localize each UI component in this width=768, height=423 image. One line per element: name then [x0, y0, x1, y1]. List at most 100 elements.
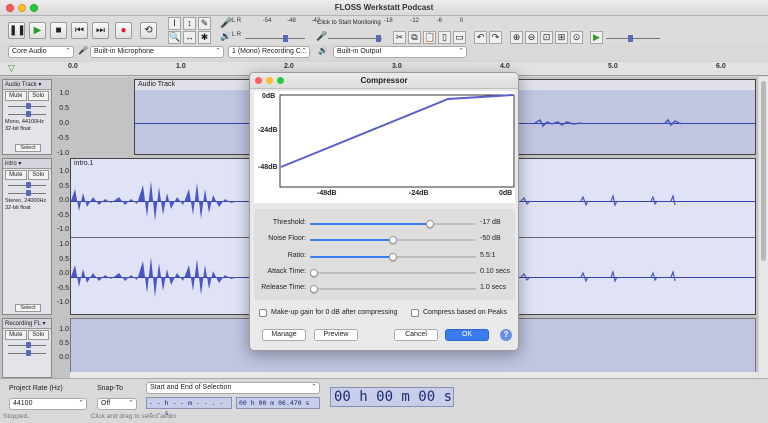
silence-icon[interactable]: ▭ [453, 31, 466, 44]
zoom-selection-icon[interactable]: ⊡ [540, 31, 553, 44]
playback-meter-slider[interactable] [245, 35, 305, 42]
makeup-gain-checkbox[interactable] [259, 309, 267, 317]
pan-slider[interactable] [6, 349, 48, 357]
mute-button[interactable]: Mute [5, 330, 27, 340]
selection-tool-icon[interactable]: I [168, 17, 181, 30]
playback-meter-scale[interactable]: L R [232, 32, 241, 38]
compress-peaks-label: Compress based on Peaks [423, 309, 508, 316]
snap-to-select[interactable]: Off [97, 398, 137, 410]
dialog-title: Compressor [360, 76, 408, 85]
monitor-hint[interactable]: Click to Start Monitoring [317, 20, 381, 26]
threshold-slider[interactable] [310, 220, 476, 228]
graph-x-label: 0dB [499, 190, 513, 197]
help-button[interactable]: ? [500, 329, 512, 341]
attack-time-value: 0.10 secs [480, 268, 510, 275]
noise-floor-row: Noise Floor: -50 dB [250, 233, 518, 247]
output-device-select[interactable]: Built-in Output [333, 46, 467, 58]
microphone-small-icon: 🎤 [78, 46, 88, 55]
play-at-speed-icon[interactable]: ▶ [590, 31, 603, 44]
solo-button[interactable]: Solo [27, 91, 49, 101]
maximize-window-icon[interactable] [30, 4, 38, 12]
select-track-button[interactable]: Select [15, 144, 41, 152]
speaker-icon: 🔊 [220, 31, 232, 41]
skip-end-button[interactable]: ⏭ [92, 22, 109, 39]
pin-icon[interactable]: ▽ [8, 63, 15, 74]
ruler-tick: 2.0 [284, 63, 294, 70]
channels-select[interactable]: 1 (Mono) Recording C... [228, 46, 310, 58]
pan-slider[interactable] [6, 110, 48, 118]
release-time-slider[interactable] [310, 285, 476, 293]
minimize-dialog-icon[interactable] [266, 77, 273, 84]
ruler-tick: 5.0 [608, 63, 618, 70]
multi-tool-icon[interactable]: ✱ [198, 31, 211, 44]
preview-button[interactable]: Preview [314, 329, 358, 341]
release-time-label: Release Time: [261, 284, 306, 291]
redo-icon[interactable]: ↷ [489, 31, 502, 44]
paste-icon[interactable]: 📋 [423, 31, 436, 44]
track-info: Stereo, 24000Hz 32-bit float [5, 198, 47, 211]
zoom-tool-icon[interactable]: 🔍 [168, 31, 181, 44]
mute-button[interactable]: Mute [5, 170, 27, 180]
noise-floor-slider[interactable] [310, 236, 476, 244]
copy-icon[interactable]: ⧉ [408, 31, 421, 44]
solo-button[interactable]: Solo [27, 330, 49, 340]
track-info: Mono, 44100Hz 32-bit float [5, 119, 44, 132]
minimize-window-icon[interactable] [18, 4, 26, 12]
threshold-value: -17 dB [480, 219, 501, 226]
manage-button[interactable]: Manage [262, 329, 306, 341]
loop-button[interactable]: ⟲ [140, 22, 157, 39]
ok-button[interactable]: OK [445, 329, 489, 341]
gain-slider[interactable] [6, 181, 48, 189]
status-text: Stopped. [3, 413, 30, 420]
audio-host-select[interactable]: Core Audio [8, 46, 74, 58]
selection-end-time[interactable]: 00 h 00 m 06.470 s [236, 397, 320, 409]
audio-position-display[interactable]: 00 h 00 m 00 s [330, 387, 454, 407]
input-device-select[interactable]: Built-in Microphone [90, 46, 224, 58]
gain-slider[interactable] [6, 341, 48, 349]
recording-meter-scale[interactable]: L R -54 -48 -42 [232, 18, 320, 24]
select-track-button[interactable]: Select [15, 304, 41, 312]
gain-slider[interactable] [6, 102, 48, 110]
pan-slider[interactable] [6, 189, 48, 197]
recording-volume-slider[interactable] [328, 35, 382, 42]
draw-tool-icon[interactable]: ✎ [198, 17, 211, 30]
track-name-menu[interactable]: Recording FL ▾ [3, 319, 51, 329]
selection-mode-select[interactable]: Start and End of Selection [146, 382, 320, 394]
mute-button[interactable]: Mute [5, 91, 27, 101]
play-button[interactable]: ▶ [29, 22, 46, 39]
timeshift-tool-icon[interactable]: ↔ [183, 31, 196, 44]
device-toolbar: Core Audio 🎤 Built-in Microphone 1 (Mono… [0, 44, 768, 60]
selection-start-time[interactable]: - - h - - m - - . - - - s [146, 397, 232, 417]
maximize-dialog-icon[interactable] [277, 77, 284, 84]
noise-floor-value: -50 dB [480, 235, 501, 242]
ratio-slider[interactable] [310, 253, 476, 261]
envelope-tool-icon[interactable]: ↕ [183, 17, 196, 30]
pause-button[interactable]: ❚❚ [8, 22, 26, 39]
solo-button[interactable]: Solo [27, 170, 49, 180]
close-dialog-icon[interactable] [255, 77, 262, 84]
recording-volume-icon: 🎤 [316, 31, 328, 41]
zoom-out-icon[interactable]: ⊖ [525, 31, 538, 44]
track-control-panel: Recording FL ▾ Mute Solo [2, 318, 52, 378]
cancel-button[interactable]: Cancel [394, 329, 438, 341]
noise-floor-label: Noise Floor: [268, 235, 306, 242]
cut-icon[interactable]: ✂ [393, 31, 406, 44]
zoom-in-icon[interactable]: ⊕ [510, 31, 523, 44]
project-rate-select[interactable]: 44100 [9, 398, 87, 410]
trim-icon[interactable]: ▯ [438, 31, 451, 44]
record-button[interactable]: ● [115, 22, 132, 39]
compress-peaks-checkbox[interactable] [411, 309, 419, 317]
track-name-menu[interactable]: Audio Track ▾ [3, 80, 51, 90]
skip-start-button[interactable]: ⏮ [71, 22, 88, 39]
dialog-titlebar: Compressor [250, 73, 518, 89]
close-window-icon[interactable] [6, 4, 14, 12]
play-speed-slider[interactable] [606, 35, 660, 42]
undo-icon[interactable]: ↶ [474, 31, 487, 44]
zoom-fit-icon[interactable]: ⊞ [555, 31, 568, 44]
track-name-menu[interactable]: intro ▾ [3, 159, 51, 169]
attack-time-slider[interactable] [310, 269, 476, 277]
stop-button[interactable]: ■ [50, 22, 67, 39]
zoom-toggle-icon[interactable]: ⊙ [570, 31, 583, 44]
ratio-row: Ratio: 5.5:1 [250, 250, 518, 264]
vertical-scrollbar[interactable] [759, 77, 768, 378]
